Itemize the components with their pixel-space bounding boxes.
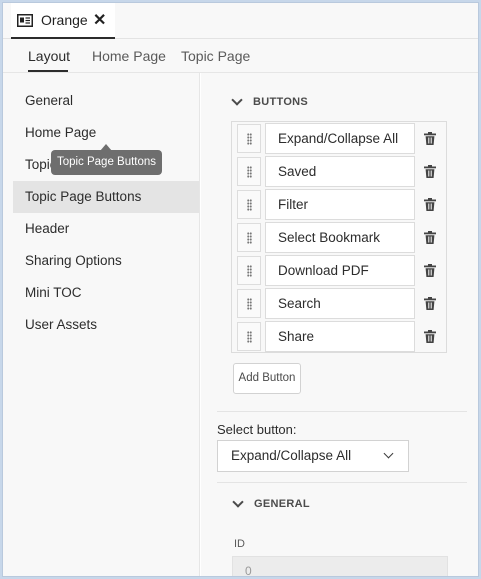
drag-handle-icon[interactable] [237, 256, 261, 285]
sidebar-item-sharing-options[interactable]: Sharing Options [13, 245, 199, 277]
select-button-value: Expand/Collapse All [231, 448, 352, 463]
sidebar-item-topic-page-buttons[interactable]: Topic Page Buttons [13, 181, 199, 213]
panel-window: Orange ✕ Layout Home Page Topic Page Gen… [2, 2, 479, 577]
list-item: Download PDF [232, 254, 446, 287]
add-button[interactable]: Add Button [233, 363, 301, 394]
trash-icon[interactable] [424, 231, 436, 244]
tab-layout[interactable]: Layout [28, 48, 70, 64]
tooltip: Topic Page Buttons [51, 150, 162, 175]
id-label: ID [234, 538, 245, 550]
tab-topic-page[interactable]: Topic Page [181, 48, 250, 64]
trash-icon[interactable] [424, 198, 436, 211]
list-item: Saved [232, 155, 446, 188]
trash-icon[interactable] [424, 264, 436, 277]
tab-bar: Layout Home Page Topic Page [3, 39, 478, 73]
button-name-field[interactable]: Expand/Collapse All [265, 123, 415, 154]
title-bar: Orange ✕ [3, 3, 478, 39]
button-name-field[interactable]: Saved [265, 156, 415, 187]
close-icon[interactable]: ✕ [93, 10, 106, 30]
list-item: Search [232, 287, 446, 320]
id-field: 0 [232, 556, 448, 576]
buttons-list: Expand/Collapse All Saved Filter Select … [231, 121, 447, 353]
chevron-down-icon[interactable] [231, 94, 243, 106]
trash-icon[interactable] [424, 330, 436, 343]
drag-handle-icon[interactable] [237, 223, 261, 252]
button-name-field[interactable]: Share [265, 321, 415, 352]
active-tab-indicator [28, 70, 68, 72]
drag-handle-icon[interactable] [237, 190, 261, 219]
sidebar-item-header[interactable]: Header [13, 213, 199, 245]
panel-icon [17, 14, 33, 27]
sidebar-item-user-assets[interactable]: User Assets [13, 309, 199, 341]
general-section-heading[interactable]: GENERAL [254, 498, 310, 510]
chevron-down-icon [383, 448, 394, 459]
trash-icon[interactable] [424, 297, 436, 310]
drag-handle-icon[interactable] [237, 157, 261, 186]
drag-handle-icon[interactable] [237, 124, 261, 153]
button-name-field[interactable]: Download PDF [265, 255, 415, 286]
tab-home-page[interactable]: Home Page [92, 48, 166, 64]
list-item: Share [232, 320, 446, 353]
chevron-down-icon[interactable] [232, 496, 244, 508]
trash-icon[interactable] [424, 132, 436, 145]
trash-icon[interactable] [424, 165, 436, 178]
select-button-dropdown[interactable]: Expand/Collapse All [217, 440, 409, 472]
document-tab[interactable]: Orange ✕ [11, 3, 115, 39]
drag-handle-icon[interactable] [237, 322, 261, 351]
list-item: Filter [232, 188, 446, 221]
sidebar-item-general[interactable]: General [13, 85, 199, 117]
list-item: Select Bookmark [232, 221, 446, 254]
divider [217, 411, 467, 412]
button-name-field[interactable]: Filter [265, 189, 415, 220]
list-item: Expand/Collapse All [232, 122, 446, 155]
button-name-field[interactable]: Search [265, 288, 415, 319]
button-name-field[interactable]: Select Bookmark [265, 222, 415, 253]
sidebar-item-mini-toc[interactable]: Mini TOC [13, 277, 199, 309]
select-button-label: Select button: [217, 422, 297, 437]
buttons-section-heading[interactable]: BUTTONS [253, 96, 308, 108]
divider [217, 482, 467, 483]
drag-handle-icon[interactable] [237, 289, 261, 318]
document-title: Orange [41, 12, 88, 28]
main-panel: BUTTONS Expand/Collapse All Saved Filter… [201, 73, 478, 576]
